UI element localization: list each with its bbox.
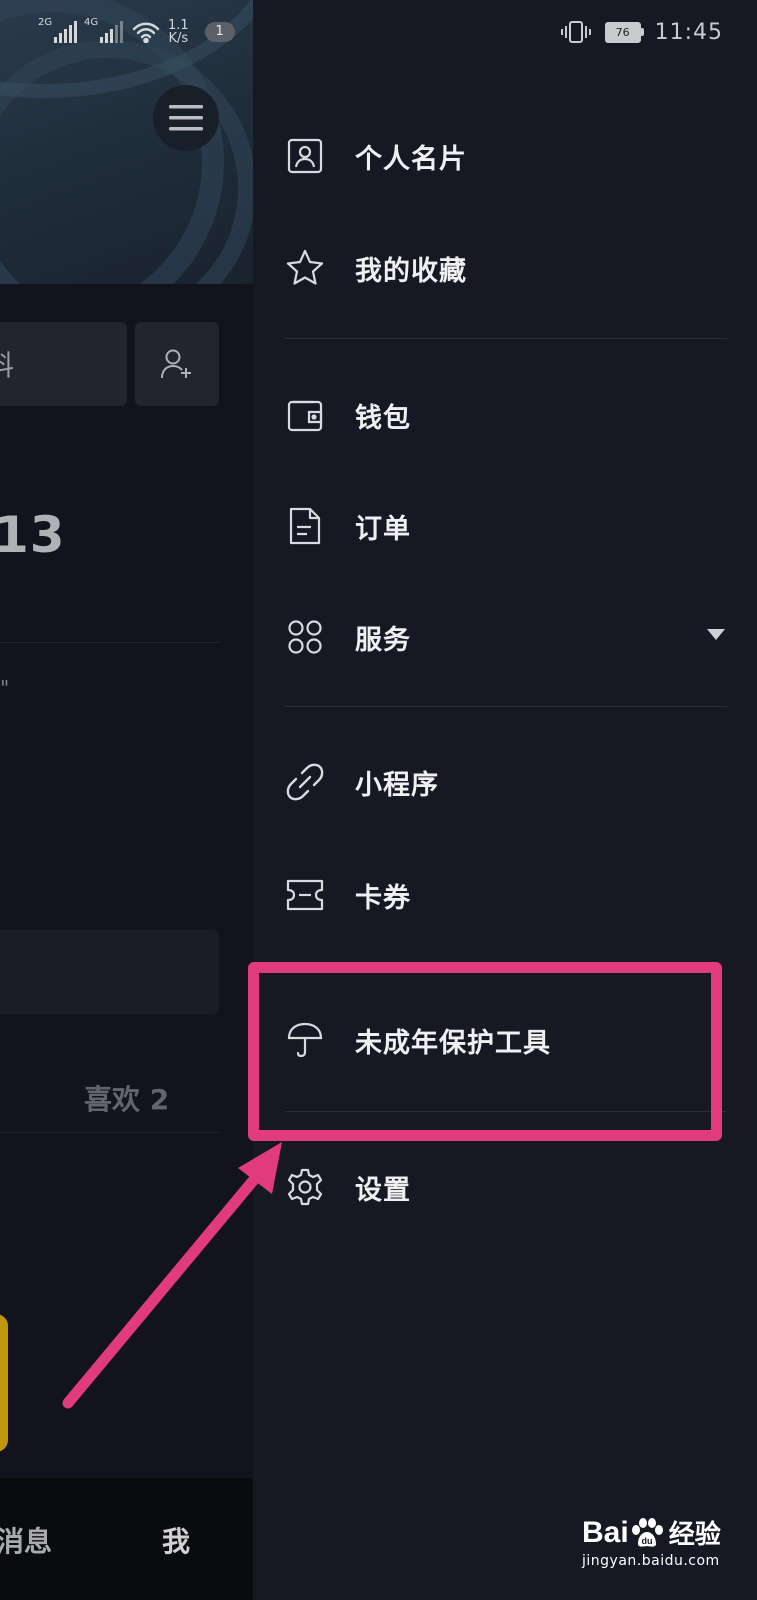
- dim-overlay[interactable]: [0, 0, 253, 1600]
- battery-icon: 76: [604, 21, 644, 43]
- baidu-paw-logo-icon: du: [631, 1517, 663, 1547]
- drawer-item-label: 钱包: [355, 402, 411, 434]
- notification-count-badge: 1: [204, 22, 235, 42]
- wifi-icon: [132, 22, 160, 43]
- drawer-item-settings[interactable]: 设置: [285, 1157, 725, 1217]
- sim2-label: 4G: [84, 17, 99, 28]
- sim2-signal-icon: 4G: [84, 17, 124, 43]
- watermark-brand-right: 经验: [668, 1519, 721, 1549]
- drawer-item-coupons[interactable]: 卡券: [285, 865, 725, 925]
- background-profile-page: 料 13 " 喜欢 2 消息 我: [0, 0, 253, 1600]
- battery-level: 76: [615, 25, 630, 39]
- svg-text:du: du: [641, 1536, 652, 1546]
- drawer-item-label: 卡券: [355, 882, 411, 914]
- grid-icon: [285, 617, 325, 657]
- drawer-item-label: 设置: [355, 1174, 411, 1206]
- star-icon: [285, 248, 325, 288]
- drawer-item-label: 订单: [355, 513, 411, 545]
- drawer-item-label: 服务: [355, 624, 411, 656]
- status-bar-right: 76 11:45: [560, 16, 723, 48]
- vibrate-icon: [560, 21, 591, 43]
- profile-card-icon: [285, 136, 325, 176]
- network-speed: 1.1 K/s: [168, 19, 189, 45]
- sim1-label: 2G: [38, 17, 53, 28]
- chevron-down-icon[interactable]: [707, 629, 725, 640]
- watermark-url: jingyan.baidu.com: [582, 1553, 720, 1569]
- drawer-item-wallet[interactable]: 钱包: [285, 385, 725, 445]
- drawer-item-favorites[interactable]: 我的收藏: [285, 238, 725, 298]
- drawer-item-orders[interactable]: 订单: [285, 496, 725, 556]
- drawer-item-services[interactable]: 服务: [285, 607, 725, 667]
- link-icon: [285, 762, 325, 802]
- annotation-highlight-box: [248, 962, 722, 1141]
- document-icon: [285, 506, 325, 546]
- baidu-jingyan-watermark: Bai du 经验 jingyan.baidu.com: [582, 1514, 721, 1570]
- status-time: 11:45: [654, 19, 723, 45]
- drawer-item-mini-programs[interactable]: 小程序: [285, 752, 725, 812]
- status-bar-left: 2G 4G 1.1 K/s 1: [38, 14, 235, 50]
- drawer-divider: [285, 338, 727, 339]
- drawer-divider: [285, 706, 727, 707]
- drawer-item-label: 我的收藏: [355, 255, 467, 287]
- watermark-brand-left: Bai: [582, 1515, 629, 1549]
- ticket-icon: [285, 875, 325, 915]
- drawer-item-label: 小程序: [355, 769, 439, 801]
- network-speed-unit: K/s: [168, 31, 189, 46]
- wallet-icon: [285, 395, 325, 435]
- drawer-item-label: 个人名片: [355, 143, 467, 175]
- drawer-item-profile-card[interactable]: 个人名片: [285, 126, 725, 186]
- sim1-signal-icon: 2G: [38, 17, 78, 43]
- gear-icon: [285, 1167, 325, 1207]
